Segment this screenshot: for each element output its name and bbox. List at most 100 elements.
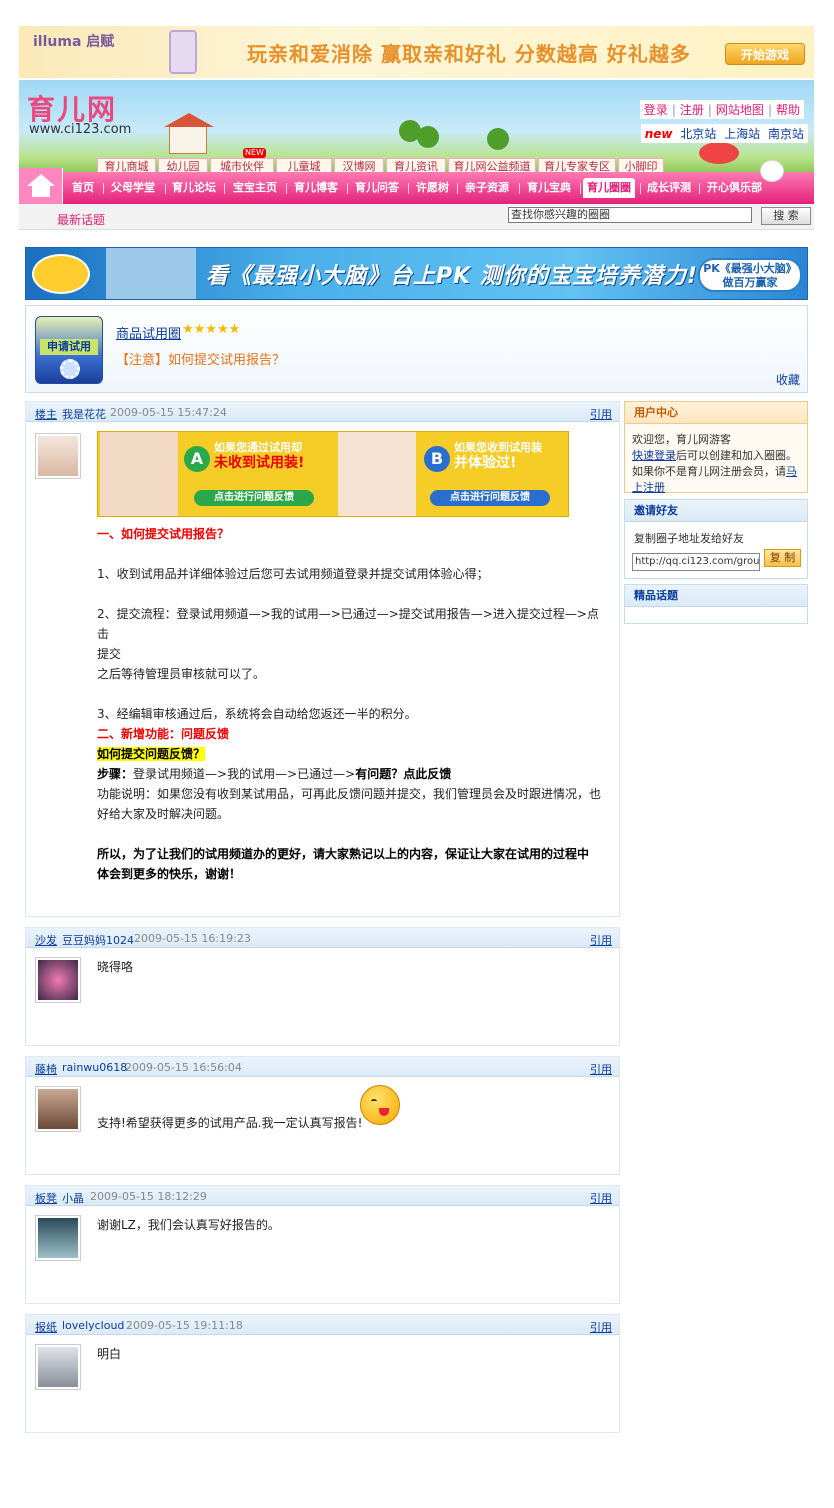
post-floor-label[interactable]: 藤椅 [35,1061,57,1077]
search-input[interactable]: 查找你感兴趣的圈圈 [508,207,752,223]
nav-item-baby-home[interactable]: 宝宝主页 [233,172,277,204]
post-author[interactable]: 我是花花 [62,406,106,422]
search-bar: 最新话题 查找你感兴趣的圈圈 搜 索 [19,204,814,230]
group-avatar-label: 申请试用 [40,339,98,355]
post-time: 2009-05-15 16:56:04 [125,1061,242,1074]
avatar[interactable] [35,433,81,479]
nav-item-handbook[interactable]: 育儿宝典 [527,172,571,204]
latest-topics-link[interactable]: 最新话题 [57,211,105,228]
quote-link[interactable]: 引用 [590,1190,612,1206]
post-author[interactable]: 豆豆妈妈1024 [62,932,134,948]
step-2-text-cont: 提交 [97,647,122,661]
nav-item-happy-club[interactable]: 开心俱乐部 [707,172,762,204]
badge-b: B [424,446,450,472]
subtab-news[interactable]: 育儿资讯 [386,158,446,172]
banner-b-text-2: 并体验过! [454,455,517,471]
nav-item-growth-test[interactable]: 成长评测 [647,172,691,204]
copy-button[interactable]: 复 制 [764,549,801,567]
post-3: 藤椅 rainwu0618 2009-05-15 16:56:04 引用 支持!… [25,1056,620,1175]
banner-b-button[interactable]: 点击进行问题反馈 [430,490,550,506]
nav-item-resources[interactable]: 亲子资源 [465,172,509,204]
station-beijing[interactable]: 北京站 [680,127,716,141]
nav-item-qa[interactable]: 育儿问答 [355,172,399,204]
favorite-link[interactable]: 收藏 [776,371,800,388]
auth-links: 登录 | 注册 | 网站地图 | 帮助 [639,100,804,119]
nav-item-blog[interactable]: 育儿博客 [294,172,338,204]
group-name-link[interactable]: 商品试用圈 [116,323,181,342]
post-floor-label[interactable]: 报纸 [35,1319,57,1335]
post-5: 报纸 lovelycloud 2009-05-15 19:11:18 引用 明白 [25,1314,620,1433]
main-nav: 首页 父母学堂 育儿论坛 宝宝主页 育儿博客 育儿问答 许愿树 亲子资源 育儿宝… [19,160,814,204]
subtab-experts[interactable]: 育儿专家专区 [538,158,616,172]
avatar[interactable] [35,1086,81,1132]
start-game-button[interactable]: 开始游戏 [725,43,805,65]
post-floor-label[interactable]: 板凳 [35,1190,57,1206]
step-1-text: 1、收到试用品并详细体验过后您可去试用频道登录并提交试用体验心得； [97,567,489,581]
avatar[interactable] [35,1344,81,1390]
banner-a-button[interactable]: 点击进行问题反馈 [194,490,314,506]
post-author[interactable]: lovelycloud [62,1319,124,1332]
nav-item-circles[interactable]: 育儿圈圈 [583,178,635,198]
subtab-charity[interactable]: 育儿网公益频道 [448,158,536,172]
best-topics-title: 精品话题 [625,585,807,607]
promo-banner[interactable]: 看《最强小大脑》台上PK 测你的宝宝培养潜力! PK《最强小大脑》 做百万赢家 [25,247,808,300]
post-author[interactable]: rainwu0618 [62,1061,127,1074]
nav-item-wish-tree[interactable]: 许愿树 [416,172,449,204]
subtab-footprint[interactable]: 小脚印 [618,158,664,172]
subtab-kids-city[interactable]: 儿童城 [276,158,332,172]
step-2-text-end: 之后等待管理员审核就可以了。 [97,667,266,681]
nav-item-home[interactable]: 首页 [72,172,94,204]
post-floor-label[interactable]: 沙发 [35,932,57,948]
show-logo [32,254,90,294]
feedback-link[interactable]: 有问题？点此反馈 [355,767,451,781]
post-header: 沙发 豆豆妈妈1024 2009-05-15 16:19:23 引用 [26,928,619,948]
subtab-mall[interactable]: 育儿商城 [97,158,156,172]
post-content: 一、如何提交试用报告？ 1、收到试用品并详细体验过后您可去试用频道登录并提交试用… [97,524,609,884]
post-author[interactable]: 小晶 [62,1190,84,1206]
topic-title: 【注意】如何提交试用报告？ [116,353,286,368]
post-floor-label[interactable]: 楼主 [35,406,57,422]
post-4: 板凳 小晶 2009-05-15 18:12:29 引用 谢谢LZ，我们会认真写… [25,1185,620,1304]
nav-item-parent-school[interactable]: 父母学堂 [111,172,155,204]
avatar[interactable] [35,1215,81,1261]
group-header: 申请试用 商品试用圈 ★★★★★ 【注意】如何提交试用报告？ 收藏 [25,305,808,393]
post-time: 2009-05-15 16:19:23 [134,932,251,945]
steps-label: 步骤： [97,767,134,781]
post-content: 谢谢LZ，我们会认真写好报告的。 [97,1218,280,1232]
search-button[interactable]: 搜 索 [761,207,811,225]
top-ad-banner[interactable]: illuma 启赋 玩亲和爱消除 赢取亲和好礼 分数越高 好礼越多 开始游戏 [19,26,814,78]
invite-text: 复制圈子地址发给好友 [634,532,744,545]
station-shanghai[interactable]: 上海站 [724,127,760,141]
nav-item-forum[interactable]: 育儿论坛 [172,172,216,204]
subtab-kindergarten[interactable]: 幼儿园 [158,158,208,172]
quote-link[interactable]: 引用 [590,1319,612,1335]
invite-url-field[interactable]: http://qq.ci123.com/group/8 [632,553,760,571]
city-stations: new 北京站 上海站 南京站 [640,124,808,143]
quote-link[interactable]: 引用 [590,1061,612,1077]
sitemap-link[interactable]: 网站地图 [716,103,764,117]
quote-link[interactable]: 引用 [590,406,612,422]
section-heading-2: 二、新增功能：问题反馈 [97,727,230,741]
avatar[interactable] [35,957,81,1003]
star-rating: ★★★★★ [182,322,241,337]
pk-button[interactable]: PK《最强小大脑》 做百万赢家 [698,258,802,292]
post-1: 楼主 我是花花 2009-05-15 15:47:24 引用 A 如果您通过试用… [25,401,620,917]
register-link[interactable]: 注册 [680,103,704,117]
post-time: 2009-05-15 19:11:18 [126,1319,243,1332]
help-link[interactable]: 帮助 [776,103,800,117]
feedback-banner[interactable]: A 如果您通过试用却 未收到试用装! 点击进行问题反馈 B 如果您收到试用装 并… [97,431,569,517]
subtab-city-partner[interactable]: 城市伙伴 [210,158,274,172]
group-avatar[interactable]: 申请试用 [35,316,103,384]
tree-illustration [417,126,439,148]
quote-link[interactable]: 引用 [590,932,612,948]
subtab-hanbo[interactable]: 汉博网 [334,158,384,172]
house-illustration [164,113,214,154]
post-content: 明白 [97,1347,122,1361]
invite-panel: 邀请好友 复制圈子地址发给好友 http://qq.ci123.com/grou… [624,499,808,579]
quick-login-link[interactable]: 快速登录 [632,449,676,462]
login-link[interactable]: 登录 [644,103,668,117]
station-nanjing[interactable]: 南京站 [768,127,804,141]
gear-icon [60,359,80,379]
home-icon[interactable] [19,168,63,204]
section-heading-1: 一、如何提交试用报告？ [97,527,230,541]
